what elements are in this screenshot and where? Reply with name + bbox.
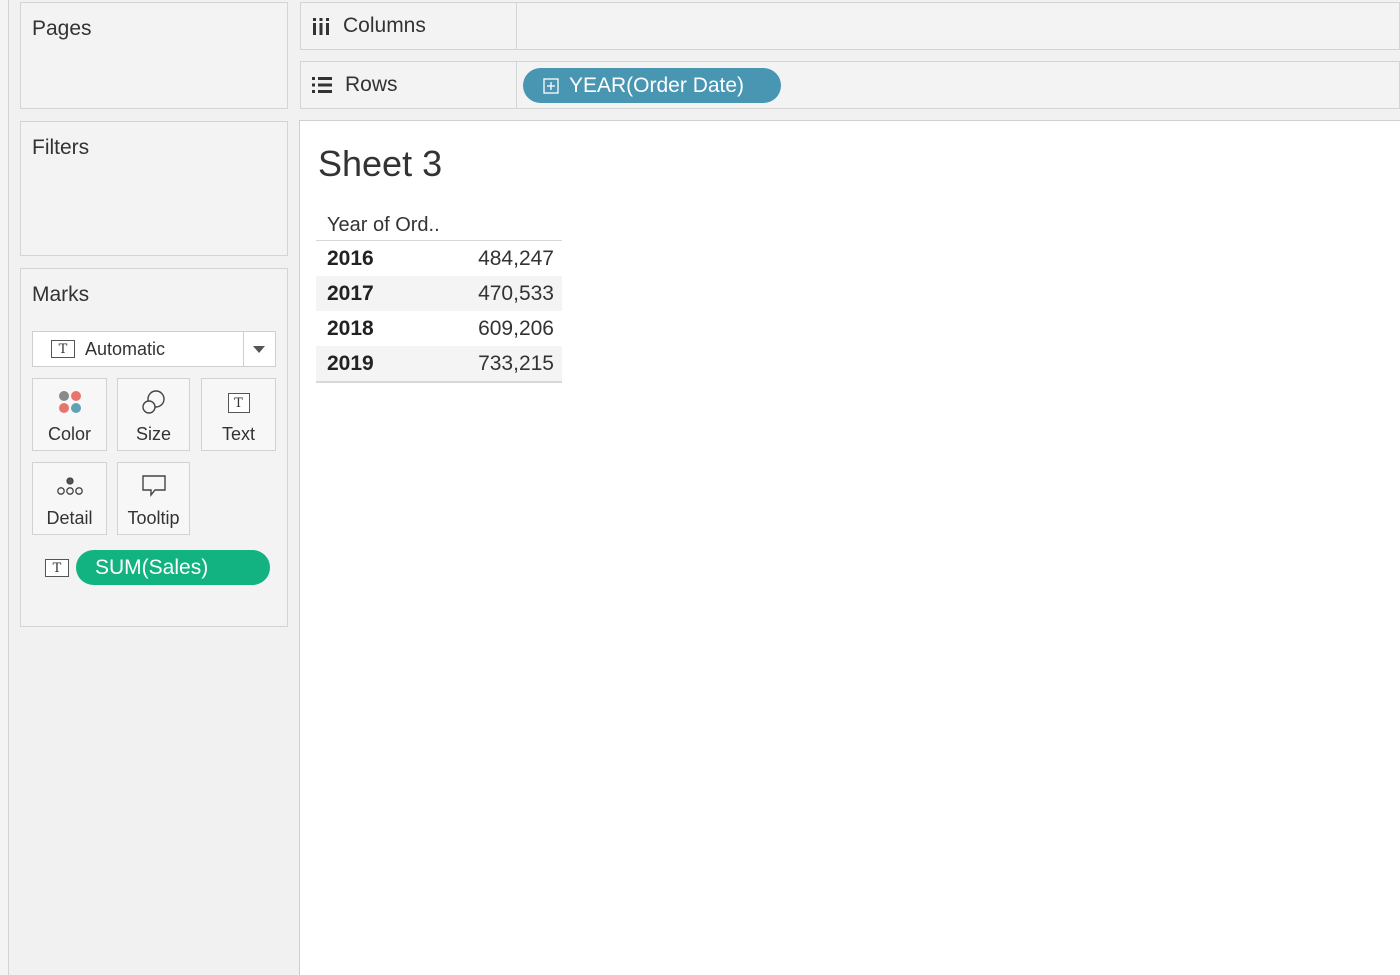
- year-cell: 2018: [327, 316, 374, 340]
- color-button-label: Color: [47, 424, 91, 444]
- value-cell: 609,206: [478, 316, 554, 340]
- rows-shelf-label: Rows: [301, 62, 517, 108]
- size-button[interactable]: Size: [117, 378, 190, 451]
- mark-type-label: Automatic: [85, 339, 166, 359]
- table-row[interactable]: 2018 609,206: [316, 311, 562, 346]
- year-order-date-pill[interactable]: YEAR(Order Date): [523, 68, 781, 103]
- color-dots-icon: [33, 389, 106, 415]
- detail-button-label: Detail: [46, 508, 93, 528]
- year-cell: 2019: [327, 351, 374, 375]
- rows-shelf: Rows YEAR(Order Date): [300, 61, 1400, 109]
- text-button[interactable]: T Text: [201, 378, 276, 451]
- value-cell: 733,215: [478, 351, 554, 375]
- pages-card[interactable]: Pages: [20, 2, 288, 109]
- columns-drop-area[interactable]: [518, 3, 1399, 49]
- columns-shelf: Columns: [300, 2, 1400, 50]
- sum-sales-pill[interactable]: SUM(Sales): [76, 550, 270, 585]
- expand-plus-icon: [543, 77, 559, 94]
- detail-dots-icon: [33, 473, 106, 499]
- detail-button[interactable]: Detail: [32, 462, 107, 535]
- tooltip-bubble-icon: [118, 473, 189, 499]
- year-header[interactable]: Year of Ord..: [316, 211, 562, 241]
- size-button-label: Size: [135, 424, 171, 444]
- sum-sales-text-icon[interactable]: T: [45, 559, 69, 577]
- marks-card: Marks T Automatic Color Size T Text Deta…: [20, 268, 288, 627]
- rows-drop-area[interactable]: YEAR(Order Date): [518, 62, 1399, 108]
- columns-label: Columns: [343, 14, 426, 37]
- color-button[interactable]: Color: [32, 378, 107, 451]
- value-cell: 470,533: [478, 281, 554, 305]
- year-cell: 2017: [327, 281, 374, 305]
- chevron-down-icon[interactable]: [253, 346, 265, 353]
- sales-by-year-table: Year of Ord.. 2016 484,247 2017 470,533 …: [316, 211, 562, 383]
- text-mark-icon: T: [51, 340, 75, 358]
- text-box-icon: T: [202, 393, 275, 419]
- table-row[interactable]: 2019 733,215: [316, 346, 562, 383]
- text-glyph: T: [227, 393, 250, 413]
- filters-card[interactable]: Filters: [20, 121, 288, 256]
- rows-icon: [312, 77, 332, 93]
- rows-label: Rows: [345, 73, 398, 96]
- text-button-label: Text: [221, 424, 255, 444]
- mark-type-dropdown[interactable]: T Automatic: [32, 331, 276, 367]
- year-order-date-label: YEAR(Order Date): [569, 73, 745, 97]
- pages-title: Pages: [32, 17, 92, 40]
- worksheet-canvas[interactable]: Sheet 3 Year of Ord.. 2016 484,247 2017 …: [299, 120, 1400, 975]
- columns-shelf-label: Columns: [301, 3, 517, 49]
- left-edge-strip: [0, 0, 9, 975]
- filters-title: Filters: [32, 136, 90, 159]
- tooltip-button-label: Tooltip: [127, 508, 180, 528]
- dropdown-divider: [243, 332, 244, 366]
- marks-title: Marks: [32, 283, 90, 306]
- year-cell: 2016: [327, 246, 374, 270]
- sheet-title: Sheet 3: [318, 143, 443, 184]
- size-circles-icon: [118, 389, 189, 415]
- table-row[interactable]: 2016 484,247: [316, 241, 562, 276]
- columns-icon: [313, 18, 329, 35]
- tooltip-button[interactable]: Tooltip: [117, 462, 190, 535]
- value-cell: 484,247: [478, 246, 554, 270]
- sum-sales-label: SUM(Sales): [95, 555, 209, 579]
- table-row[interactable]: 2017 470,533: [316, 276, 562, 311]
